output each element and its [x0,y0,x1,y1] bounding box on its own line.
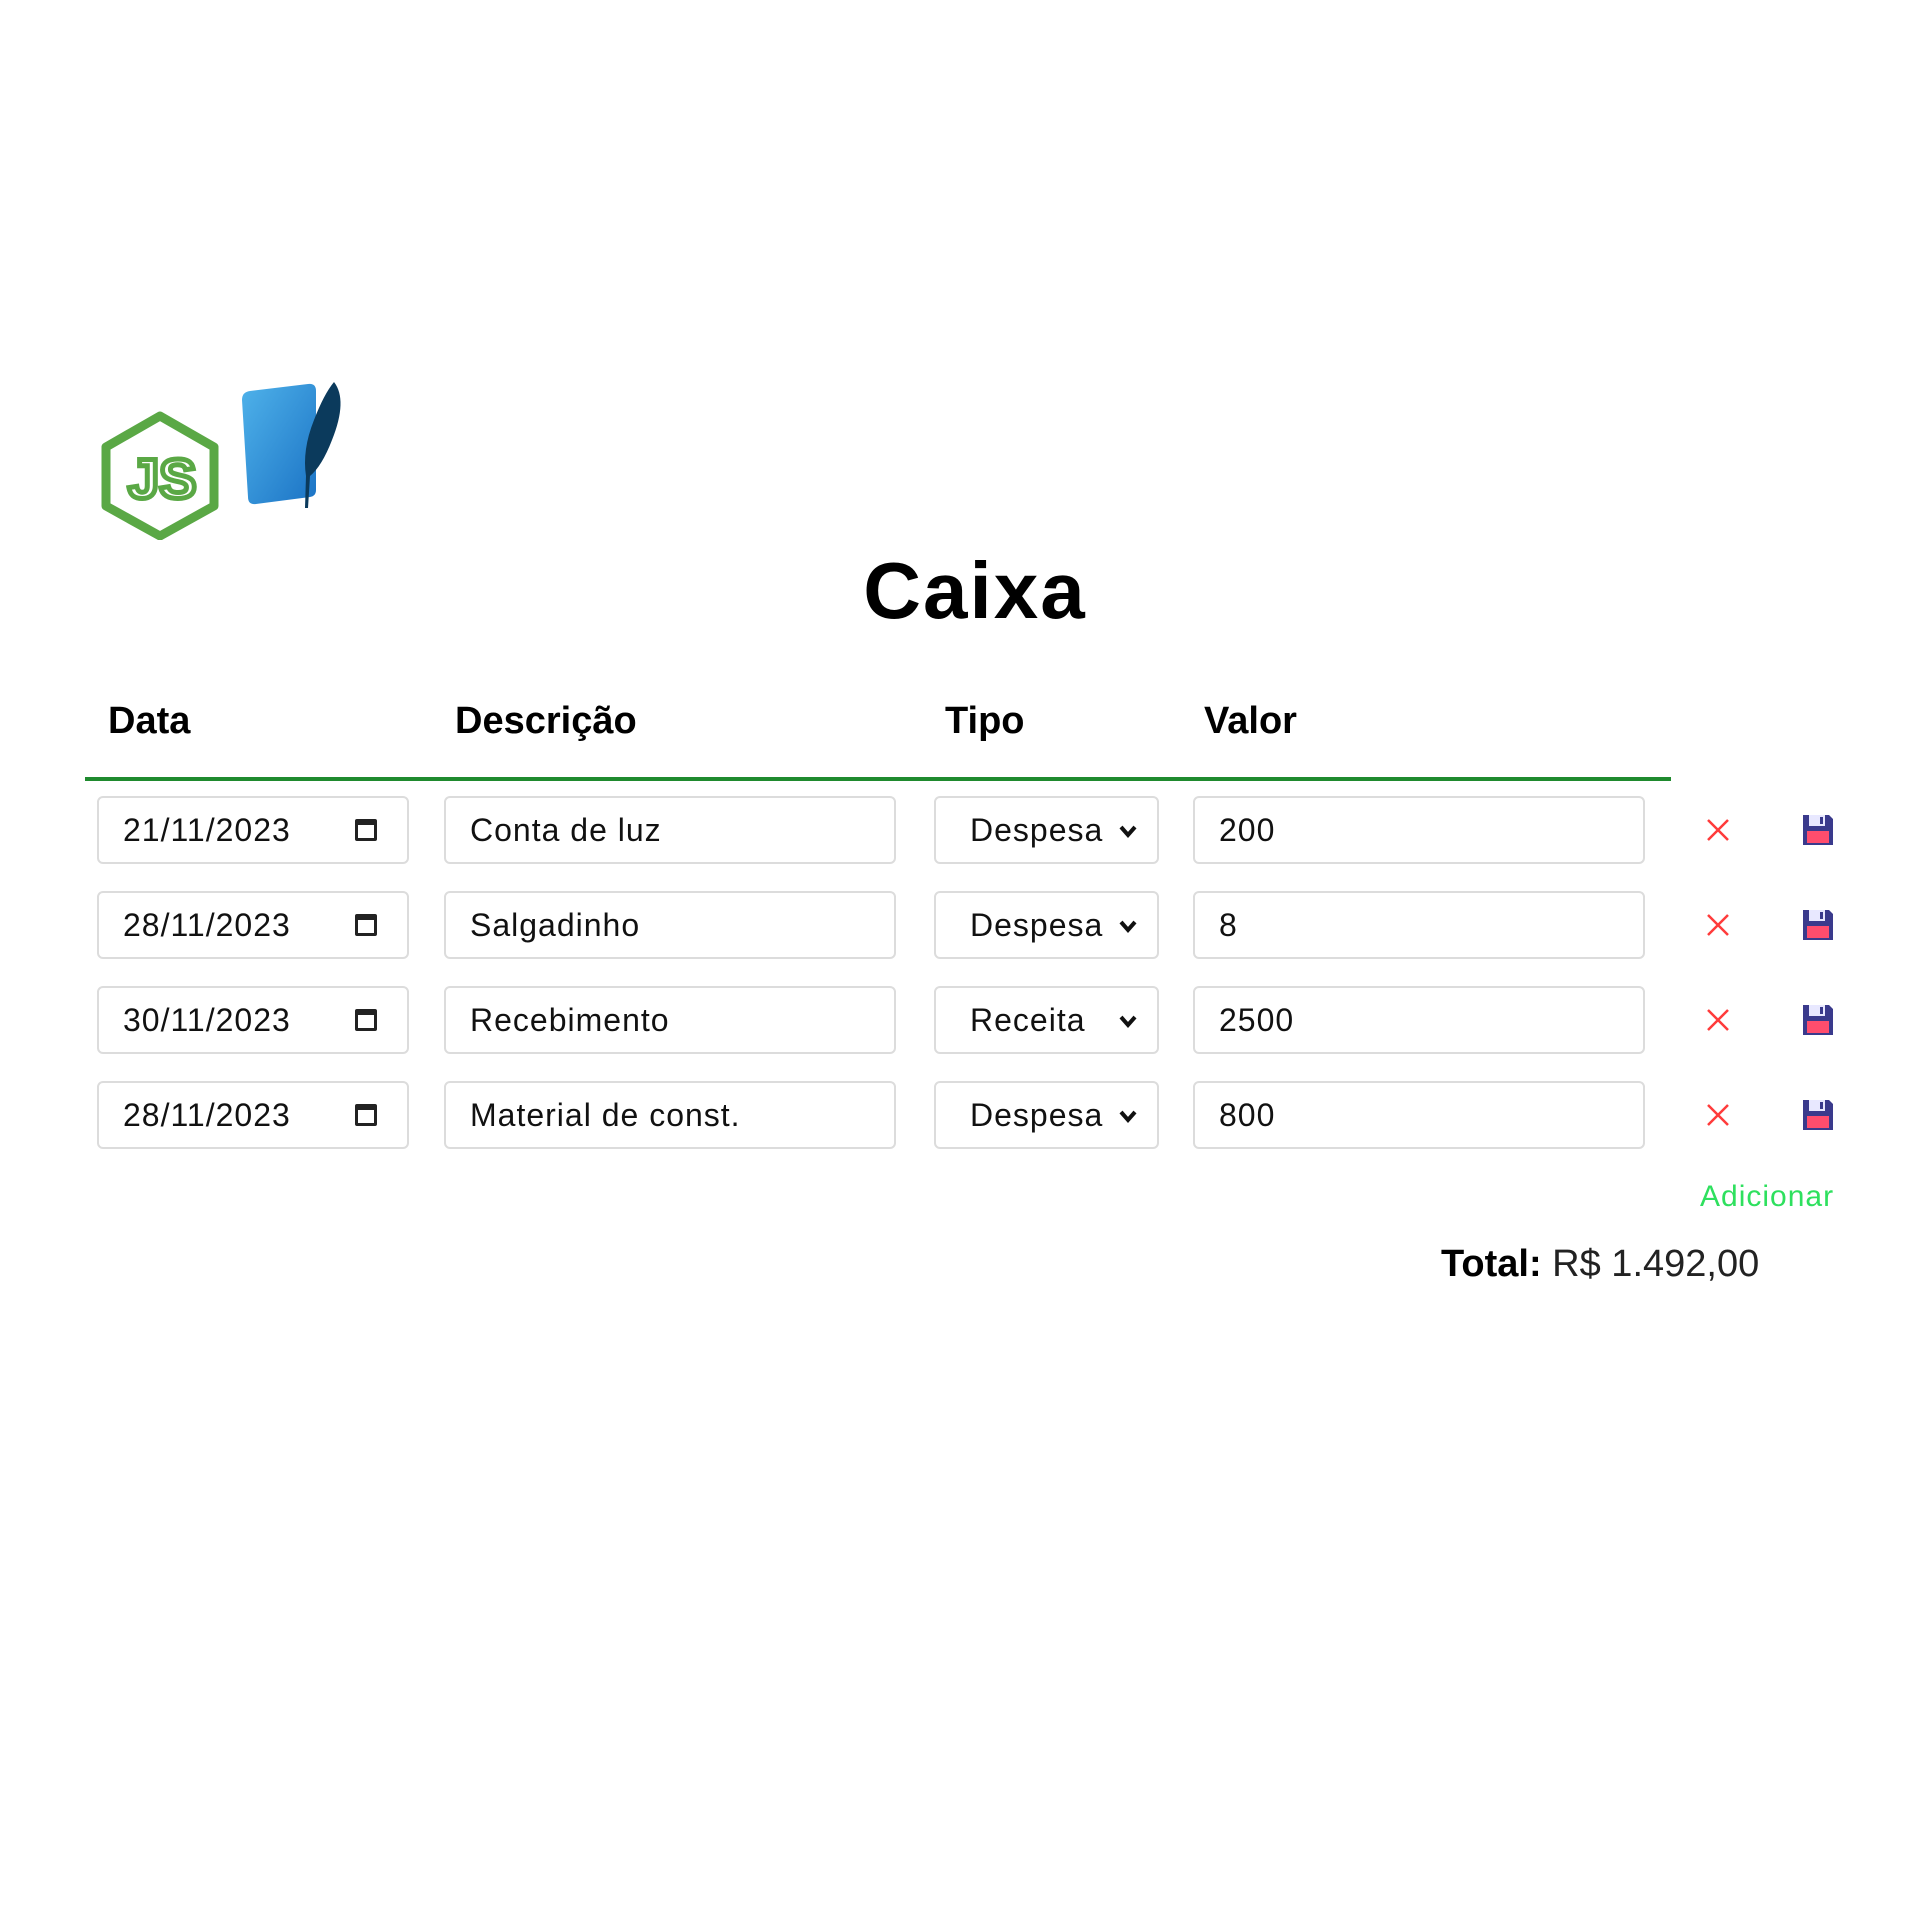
logos: JS [98,380,358,540]
chevron-down-icon [1119,825,1137,839]
add-button[interactable]: Adicionar [1700,1180,1834,1214]
description-value: Recebimento [470,1001,670,1038]
value-value: 8 [1219,906,1238,943]
chevron-down-icon [1119,1110,1137,1124]
close-icon [1707,914,1729,936]
save-button[interactable] [1800,1002,1836,1038]
column-header-description: Descrição [455,700,637,742]
table-row: 21/11/2023 Conta de luz Despesa 200 [0,796,1920,868]
save-button[interactable] [1800,907,1836,943]
table-row: 28/11/2023 Salgadinho Despesa 8 [0,891,1920,963]
type-select[interactable]: Receita [934,986,1159,1054]
page-title: Caixa [863,546,1087,635]
date-input[interactable]: 28/11/2023 [97,891,409,959]
description-value: Material de const. [470,1096,741,1133]
total-summary: Total: R$ 1.492,00 [1441,1243,1759,1286]
type-select[interactable]: Despesa [934,1081,1159,1149]
table-row: 28/11/2023 Material de const. Despesa 80… [0,1081,1920,1153]
value-value: 2500 [1219,1001,1295,1038]
description-input[interactable]: Material de const. [444,1081,896,1149]
calendar-icon[interactable] [355,914,377,936]
close-icon [1707,819,1729,841]
type-value: Despesa [970,811,1104,848]
floppy-disk-icon [1803,910,1833,940]
date-input[interactable]: 28/11/2023 [97,1081,409,1149]
sqlite-logo [242,382,341,508]
total-label: Total: [1441,1243,1542,1285]
date-value: 30/11/2023 [123,1001,291,1038]
column-header-date: Data [108,700,191,742]
date-input[interactable]: 30/11/2023 [97,986,409,1054]
close-icon [1707,1009,1729,1031]
save-button[interactable] [1800,1097,1836,1133]
column-header-type: Tipo [945,700,1025,742]
floppy-disk-icon [1803,1005,1833,1035]
delete-button[interactable] [1700,1097,1736,1133]
table-header: Data Descrição Tipo Valor [0,700,1920,760]
header-divider [85,777,1671,781]
node-js-logo: JS [101,411,219,540]
description-input[interactable]: Conta de luz [444,796,896,864]
type-value: Despesa [970,906,1104,943]
save-button[interactable] [1800,812,1836,848]
date-value: 28/11/2023 [123,906,291,943]
close-icon [1707,1104,1729,1126]
type-select[interactable]: Despesa [934,891,1159,959]
type-select[interactable]: Despesa [934,796,1159,864]
floppy-disk-icon [1803,815,1833,845]
type-value: Despesa [970,1096,1104,1133]
table-row: 30/11/2023 Recebimento Receita 2500 [0,986,1920,1058]
delete-button[interactable] [1700,812,1736,848]
chevron-down-icon [1119,920,1137,934]
description-input[interactable]: Recebimento [444,986,896,1054]
value-input[interactable]: 200 [1193,796,1645,864]
value-value: 200 [1219,811,1276,848]
value-input[interactable]: 800 [1193,1081,1645,1149]
calendar-icon[interactable] [355,1104,377,1126]
calendar-icon[interactable] [355,819,377,841]
delete-button[interactable] [1700,1002,1736,1038]
type-value: Receita [970,1001,1086,1038]
svg-text:JS: JS [128,447,197,510]
chevron-down-icon [1119,1015,1137,1029]
total-value: R$ 1.492,00 [1552,1243,1760,1285]
column-header-value: Valor [1204,700,1297,742]
calendar-icon[interactable] [355,1009,377,1031]
description-value: Conta de luz [470,811,662,848]
value-input[interactable]: 2500 [1193,986,1645,1054]
date-input[interactable]: 21/11/2023 [97,796,409,864]
description-value: Salgadinho [470,906,641,943]
date-value: 21/11/2023 [123,811,291,848]
floppy-disk-icon [1803,1100,1833,1130]
value-input[interactable]: 8 [1193,891,1645,959]
description-input[interactable]: Salgadinho [444,891,896,959]
delete-button[interactable] [1700,907,1736,943]
date-value: 28/11/2023 [123,1096,291,1133]
value-value: 800 [1219,1096,1276,1133]
